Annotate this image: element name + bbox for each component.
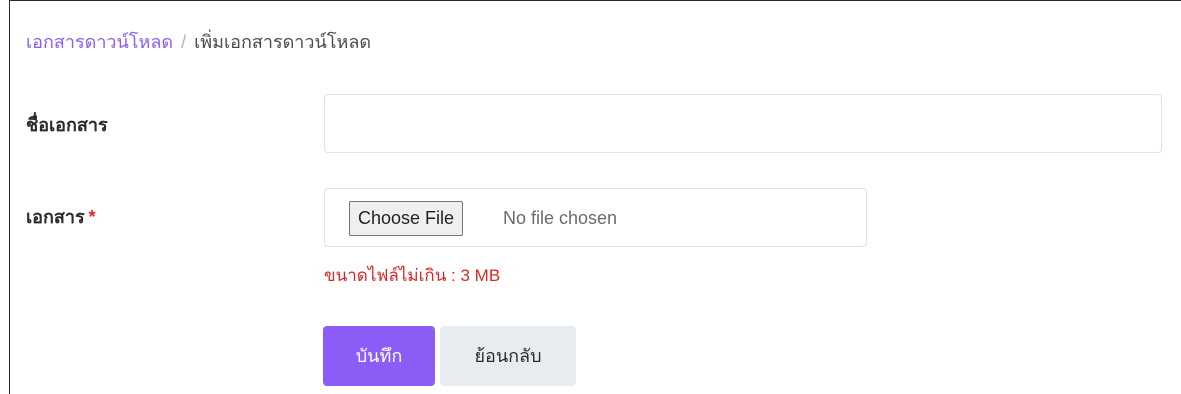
breadcrumb-separator: / [181,32,187,52]
document-file-label-text: เอกสาร [26,207,85,227]
file-input[interactable]: Choose File No file chosen [324,188,867,247]
choose-file-button[interactable]: Choose File [349,201,464,236]
file-size-hint-value: : 3 MB [446,266,501,285]
file-size-hint: ขนาดไฟล์ไม่เกิน : 3 MB [324,264,500,288]
document-file-label: เอกสาร * [26,205,96,229]
document-name-input[interactable] [324,94,1162,153]
save-button[interactable]: บันทึก [323,326,435,386]
file-size-hint-label: ขนาดไฟล์ไม่เกิน [324,266,447,285]
form-panel: เอกสารดาวน์โหลด / เพิ่มเอกสารดาวน์โหลด ชื่… [9,0,1181,394]
file-status-text: No file chosen [503,208,618,228]
required-asterisk: * [88,207,96,227]
breadcrumb: เอกสารดาวน์โหลด / เพิ่มเอกสารดาวน์โหลด [26,30,371,54]
breadcrumb-current: เพิ่มเอกสารดาวน์โหลด [194,32,372,52]
document-name-label: ชื่อเอกสาร [26,115,108,135]
back-button[interactable]: ย้อนกลับ [440,326,576,386]
breadcrumb-link-downloads[interactable]: เอกสารดาวน์โหลด [26,32,173,52]
